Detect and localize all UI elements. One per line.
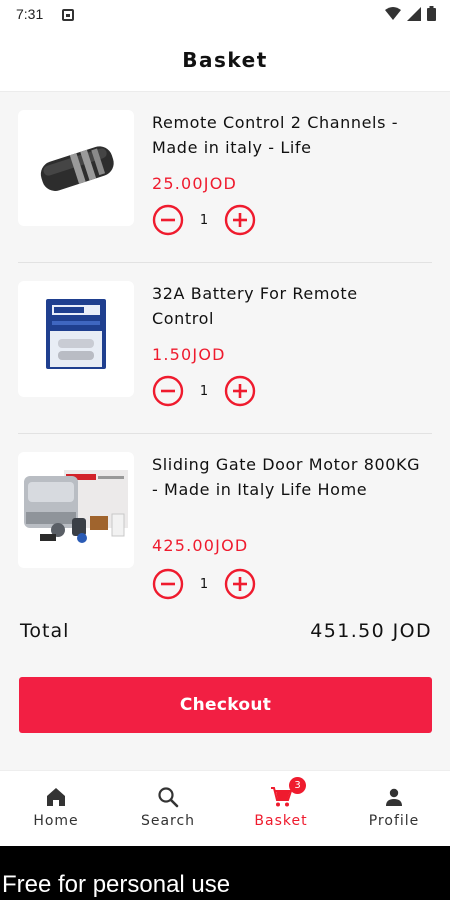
minus-icon[interactable] (152, 375, 184, 407)
nav-label-search: Search (140, 813, 196, 829)
basket-list[interactable]: Remote Control 2 Channels - Made in ital… (0, 92, 450, 602)
gate-motor-kit-image (24, 470, 128, 543)
page-title: Basket (182, 48, 268, 72)
remote-control-image (40, 146, 114, 191)
nav-label-home: Home (33, 813, 79, 829)
nav-item-home[interactable]: Home (0, 771, 112, 847)
cart-badge: 3 (289, 777, 306, 794)
item-divider (18, 433, 432, 434)
basket-item: Remote Control 2 Channels - Made in ital… (18, 110, 432, 240)
basket-item: 32A Battery For Remote Control 1.50JOD 1 (18, 281, 432, 411)
product-price: 1.50JOD (152, 345, 226, 364)
signal-icon (407, 6, 421, 21)
quantity-value: 1 (199, 576, 209, 592)
quantity-stepper: 1 (152, 568, 256, 600)
minus-icon[interactable] (152, 568, 184, 600)
basket-area: Remote Control 2 Channels - Made in ital… (0, 92, 450, 770)
product-name[interactable]: 32A Battery For Remote Control (152, 281, 422, 331)
app-header: Basket (0, 30, 450, 92)
item-divider (18, 262, 432, 263)
watermark-text: Free for personal use (2, 871, 231, 898)
checkout-button[interactable]: Checkout (19, 677, 432, 733)
minus-icon[interactable] (152, 204, 184, 236)
battery-icon (427, 6, 436, 21)
product-price: 425.00JOD (152, 536, 249, 555)
person-icon (386, 788, 402, 806)
quantity-stepper: 1 (152, 375, 256, 407)
home-icon (47, 788, 65, 806)
nav-item-profile[interactable]: Profile (338, 771, 450, 847)
plus-icon[interactable] (224, 375, 256, 407)
total-row: Total 451.50 JOD (20, 620, 432, 648)
product-image[interactable] (18, 281, 134, 397)
product-price: 25.00JOD (152, 174, 238, 193)
search-icon (158, 787, 179, 808)
status-icons (385, 6, 436, 21)
notification-icon (62, 9, 74, 21)
product-name[interactable]: Sliding Gate Door Motor 800KG - Made in … (152, 452, 422, 502)
total-label: Total (20, 620, 70, 642)
quantity-value: 1 (199, 383, 209, 399)
wifi-icon (385, 6, 401, 20)
status-time: 7:31 (16, 6, 44, 22)
product-image[interactable] (18, 452, 134, 568)
quantity-value: 1 (199, 212, 209, 228)
plus-icon[interactable] (224, 568, 256, 600)
plus-icon[interactable] (224, 204, 256, 236)
product-image[interactable] (18, 110, 134, 226)
nav-label-basket: Basket (254, 813, 308, 829)
product-name[interactable]: Remote Control 2 Channels - Made in ital… (152, 110, 422, 160)
bottom-nav: Home Search 3 Basket Profile (0, 770, 450, 846)
nav-item-search[interactable]: Search (112, 771, 224, 847)
basket-item: Sliding Gate Door Motor 800KG - Made in … (18, 452, 432, 602)
nav-label-profile: Profile (368, 813, 420, 829)
watermark-bar: Free for personal use (0, 846, 450, 900)
battery-pack-image (46, 299, 106, 369)
nav-item-basket[interactable]: 3 Basket (225, 771, 337, 847)
total-value: 451.50 JOD (310, 620, 432, 642)
status-bar: 7:31 (0, 0, 450, 30)
quantity-stepper: 1 (152, 204, 256, 236)
